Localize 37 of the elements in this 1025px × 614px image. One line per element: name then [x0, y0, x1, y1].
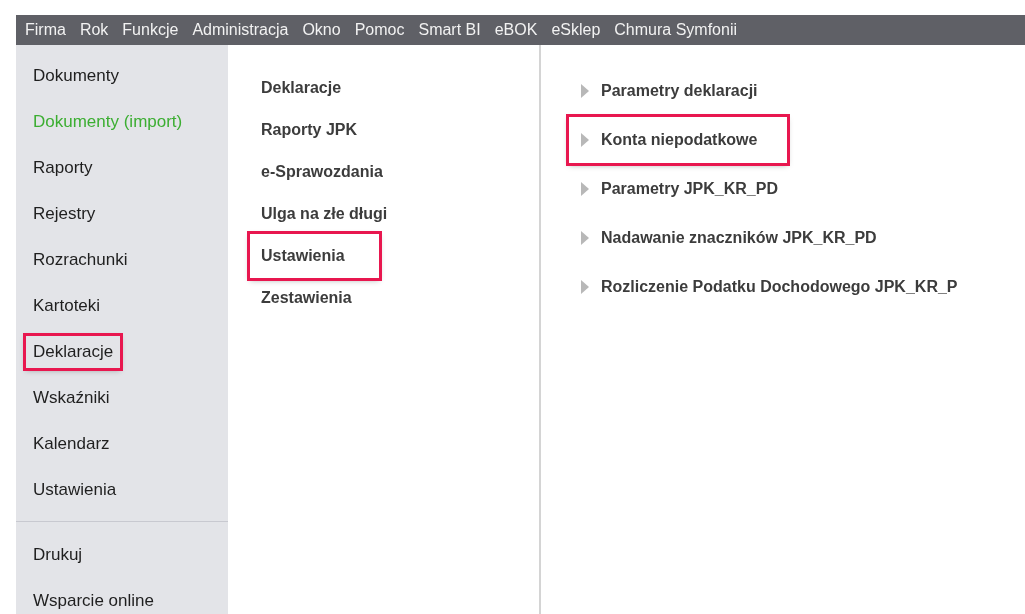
- sidebar-item[interactable]: Kalendarz: [26, 428, 117, 460]
- menu-item[interactable]: Firma: [25, 18, 66, 42]
- action-item[interactable]: Konta niepodatkowe: [569, 116, 788, 163]
- menu-item[interactable]: Funkcje: [122, 18, 179, 42]
- sidebar-item[interactable]: Wsparcie online: [26, 585, 161, 614]
- menu-item[interactable]: Administracja: [192, 18, 289, 42]
- category-item[interactable]: e-Sprawozdania: [250, 150, 394, 194]
- action-item[interactable]: Parametry JPK_KR_PD: [569, 165, 778, 212]
- triangle-icon: [581, 230, 589, 245]
- category-item[interactable]: Ulga na złe długi: [250, 192, 399, 236]
- menu-item[interactable]: Smart BI: [418, 18, 481, 42]
- sidebar-item[interactable]: Ustawienia: [26, 474, 124, 506]
- triangle-icon: [581, 83, 589, 98]
- category-item[interactable]: Zestawienia: [250, 276, 363, 320]
- category-item[interactable]: Ustawienia: [250, 234, 379, 278]
- action-item[interactable]: Parametry deklaracji: [569, 67, 758, 114]
- sidebar-item[interactable]: Drukuj: [26, 539, 90, 571]
- sidebar-item[interactable]: Wskaźniki: [26, 382, 117, 414]
- menu-item[interactable]: eBOK: [494, 18, 538, 42]
- category-item[interactable]: Raporty JPK: [250, 108, 369, 152]
- sidebar-item[interactable]: Rejestry: [26, 198, 103, 230]
- triangle-icon: [581, 181, 589, 196]
- menu-item[interactable]: Pomoc: [354, 18, 405, 42]
- triangle-icon: [581, 132, 589, 147]
- action-item[interactable]: Rozliczenie Podatku Dochodowego JPK_KR_P: [569, 263, 958, 310]
- sidebar-item[interactable]: Raporty: [26, 152, 100, 184]
- menu-item[interactable]: Rok: [79, 18, 109, 42]
- sidebar-item[interactable]: Rozrachunki: [26, 244, 135, 276]
- sidebar-item[interactable]: Dokumenty: [26, 60, 126, 92]
- menu-item[interactable]: Chmura Symfonii: [614, 18, 737, 42]
- menu-item[interactable]: eSklep: [551, 18, 601, 42]
- sidebar-item[interactable]: Kartoteki: [26, 290, 108, 322]
- category-item[interactable]: Deklaracje: [250, 66, 353, 110]
- sidebar-item[interactable]: Deklaracje: [26, 336, 121, 368]
- action-item[interactable]: Nadawanie znaczników JPK_KR_PD: [569, 214, 877, 261]
- menu-item[interactable]: Okno: [302, 18, 341, 42]
- triangle-icon: [581, 279, 589, 294]
